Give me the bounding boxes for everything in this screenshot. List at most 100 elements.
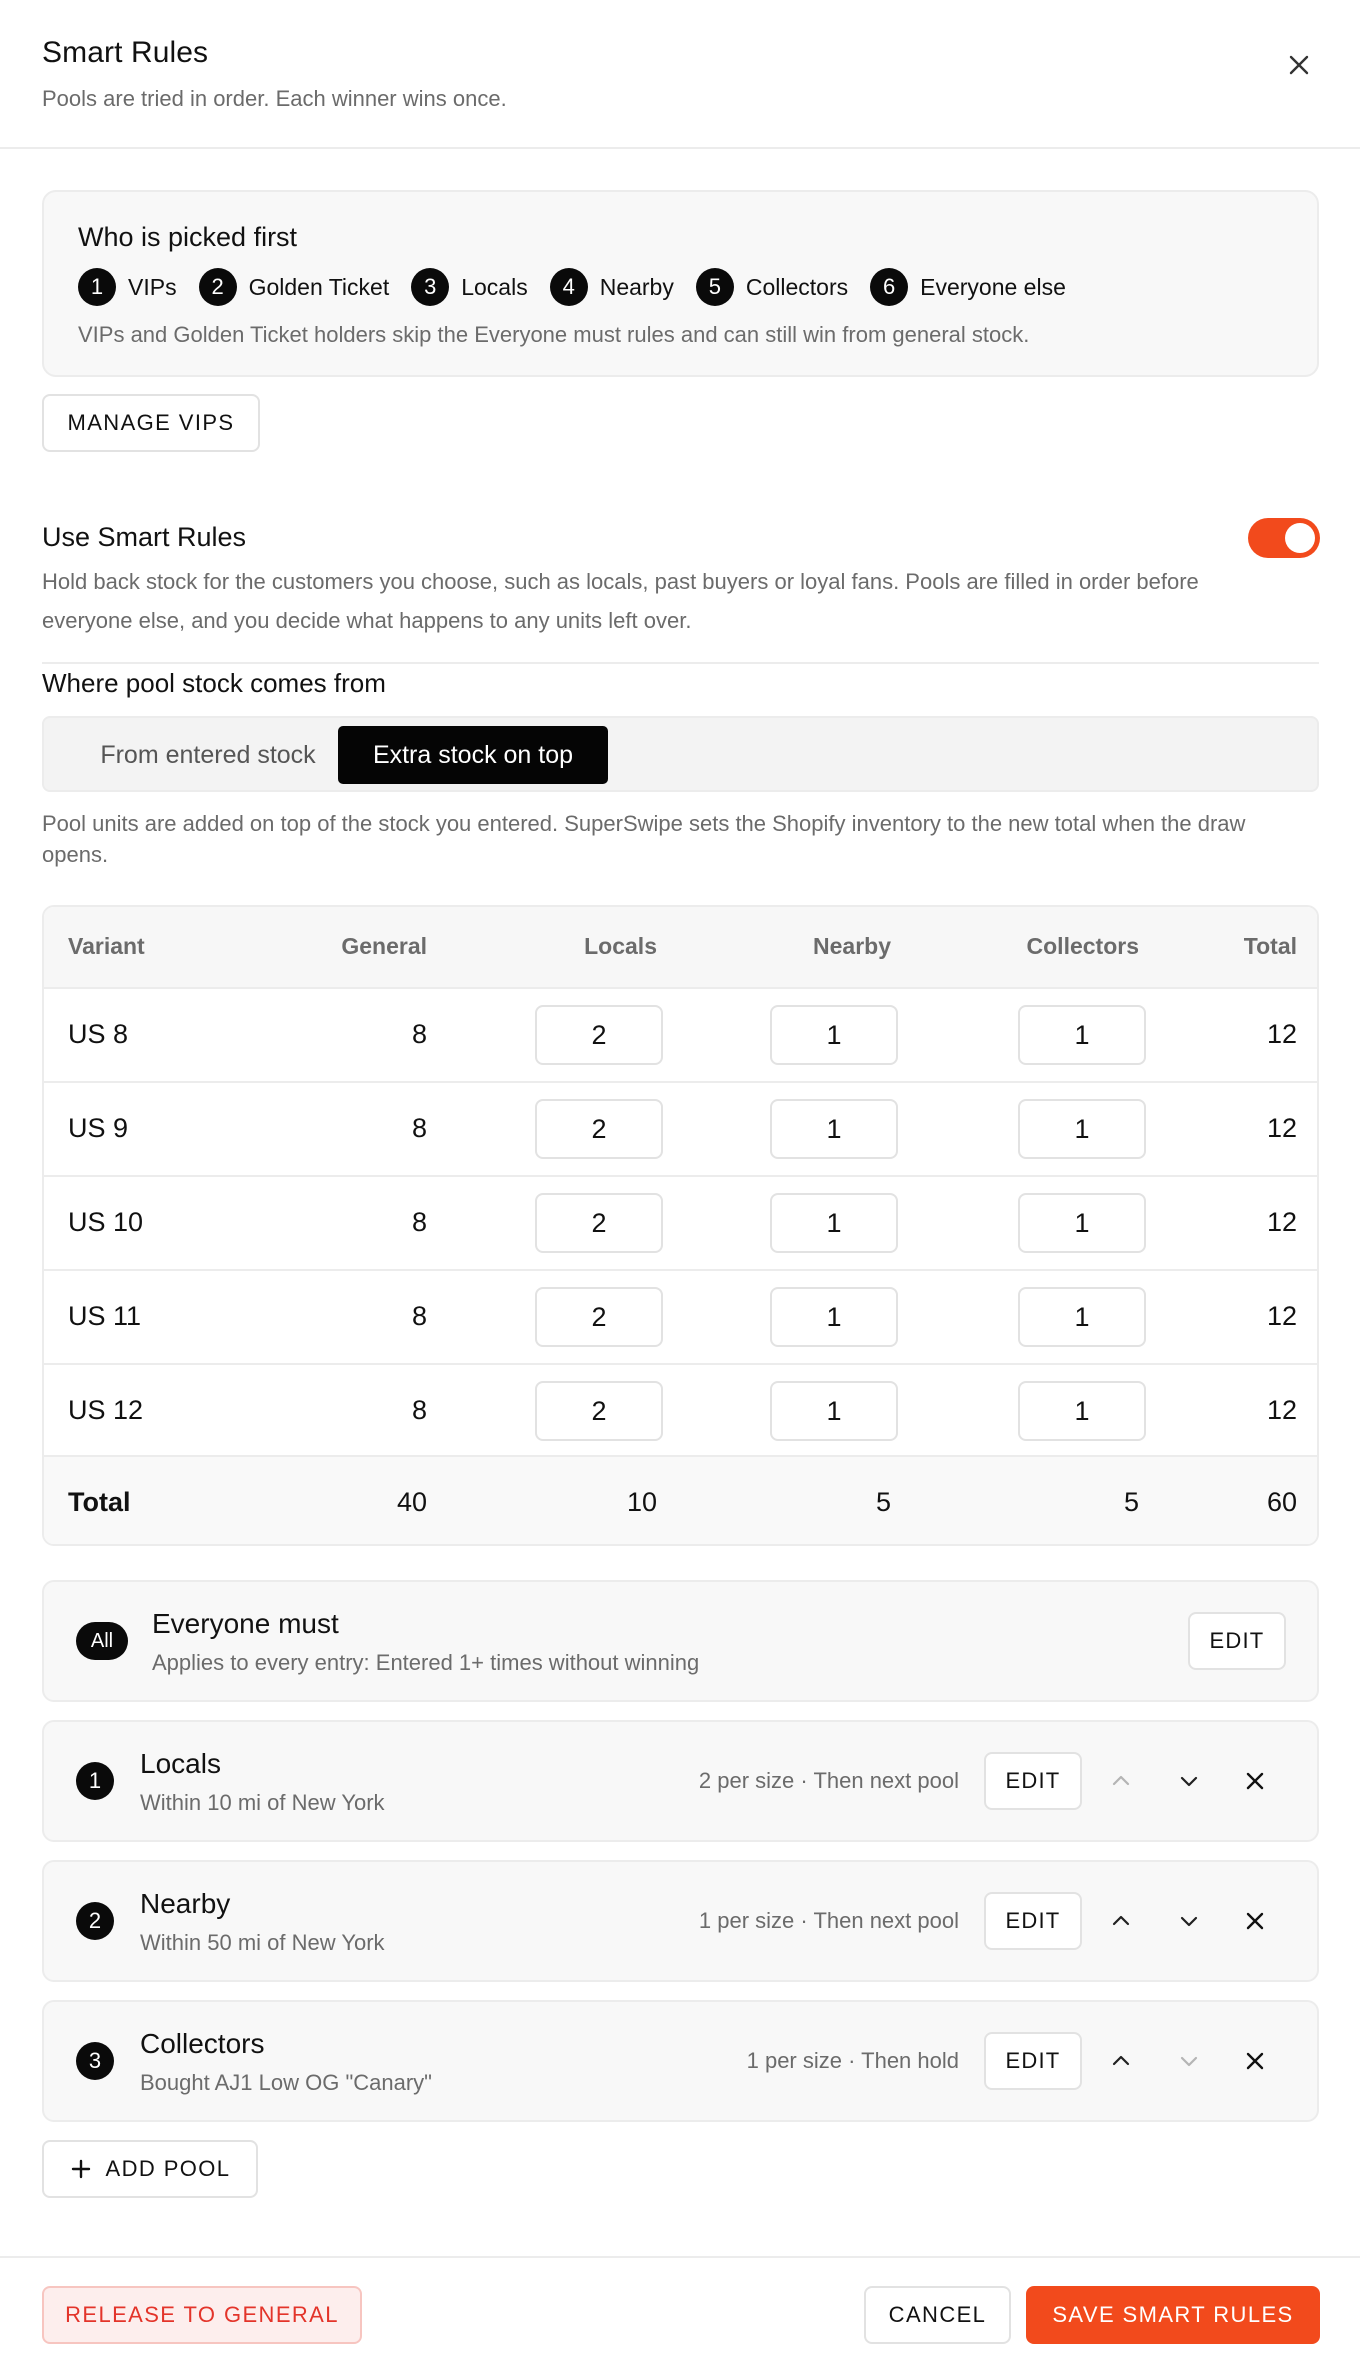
remove-pool-button[interactable] <box>1232 1898 1278 1944</box>
pool-name: Collectors <box>140 2028 265 2059</box>
move-up-button[interactable] <box>1098 2038 1144 2084</box>
chevron-up-icon <box>1112 1915 1130 1926</box>
nearby-quantity-input[interactable]: 1 <box>770 1099 898 1159</box>
collectors-quantity-input[interactable]: 1 <box>1018 1381 1146 1441</box>
pick-order-item: 4 Nearby <box>549 268 674 306</box>
move-up-button[interactable] <box>1098 1898 1144 1944</box>
chevron-down-icon <box>1180 1916 1198 1927</box>
release-to-general-button[interactable]: RELEASE TO GENERAL <box>42 2286 362 2344</box>
locals-quantity-input[interactable]: 2 <box>535 1287 663 1347</box>
pool-edit-button[interactable]: EDIT <box>984 2032 1082 2090</box>
segment-extra-stock-on-top[interactable]: Extra stock on top <box>338 726 608 784</box>
all-badge: All <box>76 1622 128 1660</box>
total-cell: 12 <box>1266 1113 1297 1143</box>
add-pool-button[interactable]: ADD POOL <box>42 2140 258 2198</box>
pick-order-item: 5 Collectors <box>695 268 849 306</box>
move-down-button[interactable] <box>1166 2038 1212 2084</box>
table-row: US 11 8 2 1 1 12 <box>44 1269 1317 1363</box>
nearby-quantity-input[interactable]: 1 <box>770 1381 898 1441</box>
pick-order-list: 1 VIPs 2 Golden Ticket 3 Locals 4 Nearby… <box>78 268 1088 306</box>
save-smart-rules-button[interactable]: SAVE SMART RULES <box>1026 2286 1320 2344</box>
everyone-must-description: Applies to every entry: Entered 1+ times… <box>152 1650 700 1675</box>
order-number-badge: 4 <box>549 268 588 306</box>
column-header-total: Total <box>1243 933 1297 959</box>
picked-first-note: VIPs and Golden Ticket holders skip the … <box>78 322 1030 347</box>
pool-description: Bought AJ1 Low OG "Canary" <box>140 2070 432 2095</box>
pool-card-locals: 1 Locals Within 10 mi of New York 2 per … <box>42 1720 1319 1842</box>
collectors-quantity-input[interactable]: 1 <box>1018 1193 1146 1253</box>
move-down-button[interactable] <box>1166 1758 1212 1804</box>
collectors-total: 5 <box>1123 1487 1139 1517</box>
order-number-badge: 6 <box>870 268 909 306</box>
general-cell: 8 <box>411 1207 427 1237</box>
variant-cell: US 10 <box>68 1207 144 1237</box>
order-label: Nearby <box>599 273 674 300</box>
pool-allocation-meta: 1 per size · Then next pool <box>698 1908 959 1933</box>
cancel-button[interactable]: CANCEL <box>864 2286 1011 2344</box>
modal-title: Smart Rules <box>42 36 209 69</box>
locals-quantity-input[interactable]: 2 <box>535 1193 663 1253</box>
everyone-must-card: All Everyone must Applies to every entry… <box>42 1580 1319 1702</box>
nearby-quantity-input[interactable]: 1 <box>770 1287 898 1347</box>
locals-quantity-input[interactable]: 2 <box>535 1381 663 1441</box>
order-label: VIPs <box>128 273 177 300</box>
picked-first-title: Who is picked first <box>78 222 298 252</box>
pool-allocation-meta: 2 per size · Then next pool <box>698 1768 959 1793</box>
order-label: Everyone else <box>920 273 1066 300</box>
plus-icon <box>71 2159 90 2179</box>
total-cell: 12 <box>1266 1207 1297 1237</box>
manage-vips-button[interactable]: MANAGE VIPS <box>42 394 260 452</box>
variant-cell: US 8 <box>68 1019 129 1049</box>
remove-pool-button[interactable] <box>1232 2038 1278 2084</box>
pool-edit-button[interactable]: EDIT <box>984 1752 1082 1810</box>
smart-rules-modal: Smart Rules Pools are tried in order. Ea… <box>0 0 1360 2368</box>
total-cell: 12 <box>1266 1395 1297 1425</box>
close-icon <box>1246 2052 1264 2070</box>
nearby-quantity-input[interactable]: 1 <box>770 1193 898 1253</box>
locals-quantity-input[interactable]: 2 <box>535 1005 663 1065</box>
modal-subtitle: Pools are tried in order. Each winner wi… <box>42 86 507 111</box>
pool-description: Within 10 mi of New York <box>140 1790 385 1815</box>
smart-rules-title: Use Smart Rules <box>42 522 247 552</box>
chevron-down-icon <box>1180 1776 1198 1787</box>
everyone-must-title: Everyone must <box>152 1608 339 1639</box>
grand-total: 60 <box>1266 1487 1297 1517</box>
picked-first-card: Who is picked first 1 VIPs 2 Golden Tick… <box>42 190 1319 377</box>
nearby-total: 5 <box>875 1487 891 1517</box>
table-row: US 8 8 2 1 1 12 <box>44 987 1317 1081</box>
nearby-quantity-input[interactable]: 1 <box>770 1005 898 1065</box>
pool-card-collectors: 3 Collectors Bought AJ1 Low OG "Canary" … <box>42 2000 1319 2122</box>
order-label: Collectors <box>745 273 849 300</box>
everyone-must-edit-button[interactable]: EDIT <box>1188 1612 1286 1670</box>
column-header-locals: Locals <box>584 933 657 959</box>
locals-total: 10 <box>626 1487 657 1517</box>
column-header-general: General <box>341 933 427 959</box>
totals-label: Total <box>68 1487 131 1517</box>
add-pool-label: ADD POOL <box>105 2156 231 2181</box>
variant-cell: US 11 <box>68 1301 142 1331</box>
table-row: US 12 8 2 1 1 12 <box>44 1363 1317 1457</box>
pool-description: Within 50 mi of New York <box>140 1930 385 1955</box>
collectors-quantity-input[interactable]: 1 <box>1018 1287 1146 1347</box>
collectors-quantity-input[interactable]: 1 <box>1018 1099 1146 1159</box>
total-cell: 12 <box>1266 1301 1297 1331</box>
toggle-knob <box>1285 523 1315 553</box>
total-cell: 12 <box>1266 1019 1297 1049</box>
order-label: Locals <box>461 273 528 300</box>
move-up-button[interactable] <box>1098 1758 1144 1804</box>
smart-rules-toggle[interactable] <box>1248 518 1320 558</box>
segment-from-entered-stock[interactable]: From entered stock <box>52 726 364 784</box>
remove-pool-button[interactable] <box>1232 1758 1278 1804</box>
pool-edit-button[interactable]: EDIT <box>984 1892 1082 1950</box>
general-cell: 8 <box>411 1301 427 1331</box>
order-number-badge: 2 <box>198 268 237 306</box>
close-button[interactable] <box>1274 40 1324 90</box>
pool-name: Nearby <box>140 1888 231 1919</box>
variant-cell: US 9 <box>68 1113 129 1143</box>
order-number-badge: 5 <box>695 268 734 306</box>
locals-quantity-input[interactable]: 2 <box>535 1099 663 1159</box>
collectors-quantity-input[interactable]: 1 <box>1018 1005 1146 1065</box>
pick-order-item: 6 Everyone else <box>870 268 1066 306</box>
general-total: 40 <box>396 1487 427 1517</box>
move-down-button[interactable] <box>1166 1898 1212 1944</box>
